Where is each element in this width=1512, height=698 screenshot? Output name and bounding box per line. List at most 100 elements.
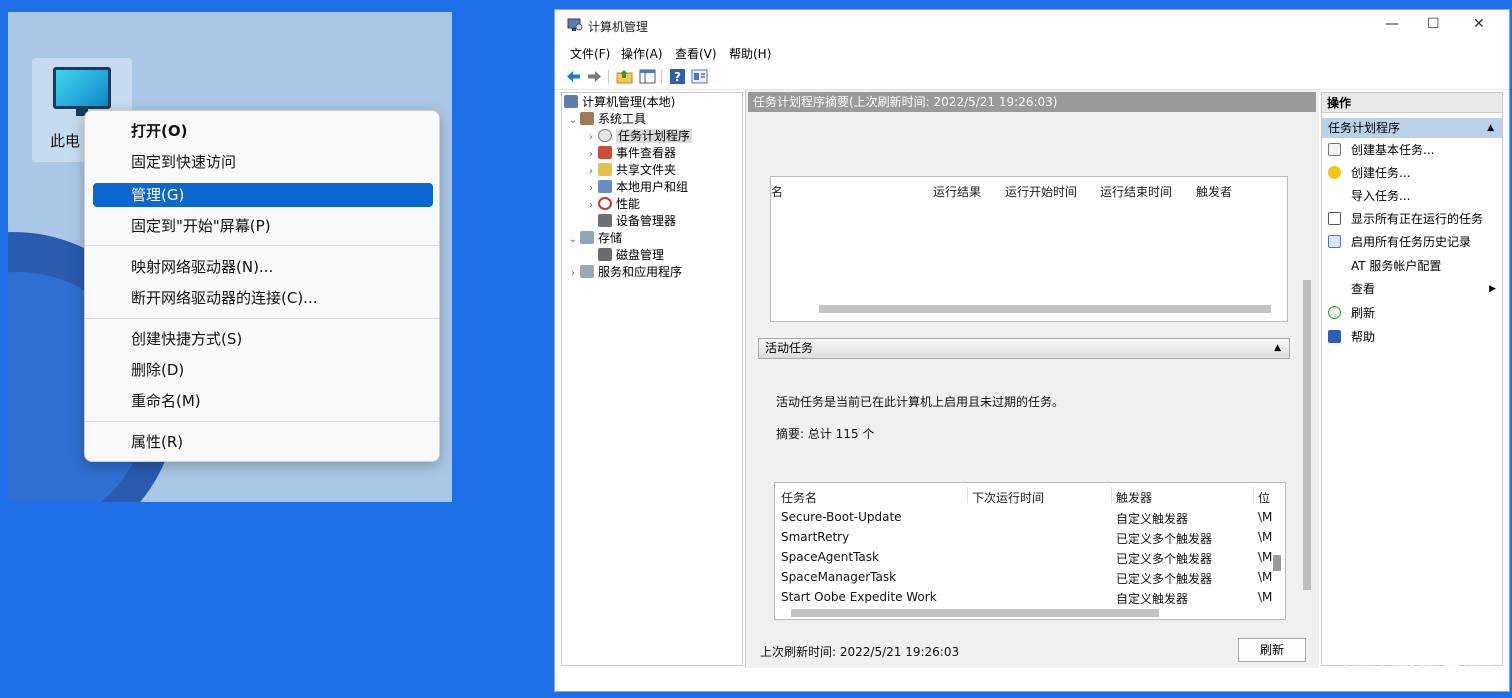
task-name[interactable]: SmartRetry [781,530,849,544]
menu-help[interactable]: 帮助(H) [729,45,771,62]
menu-rename[interactable]: 重命名(M) [93,389,433,413]
active-tasks-summary: 摘要: 总计 115 个 [776,427,875,441]
menu-create-shortcut[interactable]: 创建快捷方式(S) [93,327,433,351]
menu-view[interactable]: 查看(V) [675,45,717,62]
column-header-next-run[interactable]: 下次运行时间 [972,489,1044,506]
task-trigger: 已定义多个触发器 [1116,572,1213,586]
task-trigger: 自定义触发器 [1116,512,1189,526]
menu-disconnect-drive[interactable]: 断开网络驱动器的连接(C)... [93,286,433,310]
menu-manage[interactable]: 管理(G) [93,183,433,207]
services-icon [580,265,594,278]
back-arrow-icon[interactable] [565,68,582,85]
action-help[interactable]: 帮助 [1328,327,1500,347]
column-header-task-name[interactable]: 任务名 [781,489,817,506]
vertical-scroll-thumb[interactable] [1273,555,1281,571]
expand-chevron-icon[interactable]: › [584,146,598,163]
summary-header: 任务计划程序摘要(上次刷新时间: 2022/5/21 19:26:03) [748,92,1316,112]
column-separator[interactable] [967,487,968,503]
menu-file[interactable]: 文件(F) [570,45,610,62]
task-location: \M [1258,530,1273,544]
toolbar-separator [608,70,609,84]
column-header-end[interactable]: 运行结束时间 [1100,183,1172,200]
title-bar: 计算机管理 — ☐ ✕ [555,10,1509,42]
menu-delete[interactable]: 删除(D) [93,358,433,382]
task-name[interactable]: Start Oobe Expedite Work [781,590,937,604]
monitor-icon [53,67,111,109]
column-header-trigger[interactable]: 触发者 [1196,183,1232,200]
running-tasks-icon [1328,212,1341,225]
expand-chevron-icon[interactable]: › [584,163,598,180]
navigation-tree: 计算机管理(本地) ⌄ 系统工具 › 任务计划程序 › 事件查看器 › 共享文件夹 › 本… [561,92,743,666]
last-refresh-time: 上次刷新时间: 2022/5/21 19:26:03 [760,645,960,659]
expand-chevron-icon[interactable]: › [584,129,598,146]
tree-shared-folders[interactable]: › 共享文件夹 [584,162,676,179]
column-header-location[interactable]: 位 [1258,489,1270,506]
help-icon [1328,330,1341,343]
device-manager-icon [598,214,612,227]
actions-pane: 操作 任务计划程序 ▲ 创建基本任务... 创建任务... 导入任务... 显示… [1321,92,1503,666]
action-create-basic-task[interactable]: 创建基本任务... [1328,140,1500,160]
column-header-trigger[interactable]: 触发器 [1116,489,1152,506]
tree-event-viewer[interactable]: › 事件查看器 [584,145,676,162]
horizontal-scrollbar[interactable] [819,305,1271,313]
tree-root[interactable]: 计算机管理(本地) [564,94,675,111]
tree-task-scheduler[interactable]: › 任务计划程序 [584,128,693,146]
menu-map-drive[interactable]: 映射网络驱动器(N)... [93,255,433,279]
tree-system-tools[interactable]: ⌄ 系统工具 [566,111,646,128]
collapse-chevron-icon[interactable]: ⌄ [566,231,580,248]
action-view[interactable]: 查看 ▶ [1328,279,1500,299]
maximize-button[interactable]: ☐ [1427,16,1440,32]
active-tasks-section-header[interactable]: 活动任务 ▲ [758,338,1290,359]
expand-chevron-icon[interactable]: › [584,180,598,197]
actions-task-scheduler-group[interactable]: 任务计划程序 ▲ [1322,118,1502,138]
action-import-task[interactable]: 导入任务... [1328,186,1500,206]
task-name[interactable]: SpaceAgentTask [781,550,879,564]
minimize-button[interactable]: — [1385,16,1399,32]
at-service-icon [1328,259,1341,272]
menu-pin-quick-access[interactable]: 固定到快速访问 [93,150,433,174]
menu-pin-start[interactable]: 固定到"开始"屏幕(P) [93,214,433,238]
vertical-scrollbar[interactable] [1303,280,1311,590]
menu-open[interactable]: 打开(O) [93,119,433,143]
menu-separator [85,421,439,422]
menu-bar: 文件(F) 操作(A) 查看(V) 帮助(H) [555,42,1509,64]
tree-performance[interactable]: › 性能 [584,196,640,213]
menu-action[interactable]: 操作(A) [621,45,663,62]
clock-icon [598,129,612,142]
submenu-arrow-icon: ▶ [1489,284,1496,294]
up-folder-icon[interactable] [616,68,633,85]
active-tasks-description: 活动任务是当前已在此计算机上启用且未过期的任务。 [776,395,1065,409]
column-header-result[interactable]: 运行结果 [933,183,981,200]
action-at-service-account[interactable]: AT 服务帐户配置 [1328,256,1500,276]
menu-separator [85,245,439,246]
tree-device-manager[interactable]: 设备管理器 [584,213,676,230]
action-create-task[interactable]: 创建任务... [1328,163,1500,183]
action-refresh[interactable]: 刷新 [1328,303,1500,323]
tree-storage[interactable]: ⌄ 存储 [566,230,622,247]
refresh-icon [1328,306,1341,319]
horizontal-scrollbar[interactable] [791,609,1159,617]
menu-properties[interactable]: 属性(R) [93,430,433,454]
tree-services-apps[interactable]: › 服务和应用程序 [566,264,682,281]
action-enable-task-history[interactable]: 启用所有任务历史记录 [1328,232,1500,252]
expand-chevron-icon[interactable]: › [566,265,580,282]
task-name[interactable]: SpaceManagerTask [781,570,896,584]
column-separator[interactable] [1253,487,1254,503]
show-hide-tree-icon[interactable] [639,68,656,85]
column-header-start[interactable]: 运行开始时间 [1005,183,1077,200]
tree-local-users[interactable]: › 本地用户和组 [584,179,688,196]
expand-chevron-icon[interactable]: › [584,197,598,214]
close-button[interactable]: ✕ [1473,16,1485,32]
collapse-chevron-icon[interactable]: ⌄ [566,112,580,129]
action-show-running-tasks[interactable]: 显示所有正在运行的任务 [1328,209,1500,229]
column-separator[interactable] [1111,487,1112,503]
forward-arrow-icon[interactable] [586,68,603,85]
collapse-arrow-icon[interactable]: ▲ [1487,118,1494,138]
task-trigger: 已定义多个触发器 [1116,532,1213,546]
properties-icon[interactable] [691,68,708,85]
collapse-arrow-icon[interactable]: ▲ [1274,339,1281,358]
task-name[interactable]: Secure-Boot-Update [781,510,902,524]
help-icon[interactable]: ? [669,68,686,85]
refresh-button[interactable]: 刷新 [1238,638,1306,662]
tree-disk-management[interactable]: 磁盘管理 [584,247,664,264]
